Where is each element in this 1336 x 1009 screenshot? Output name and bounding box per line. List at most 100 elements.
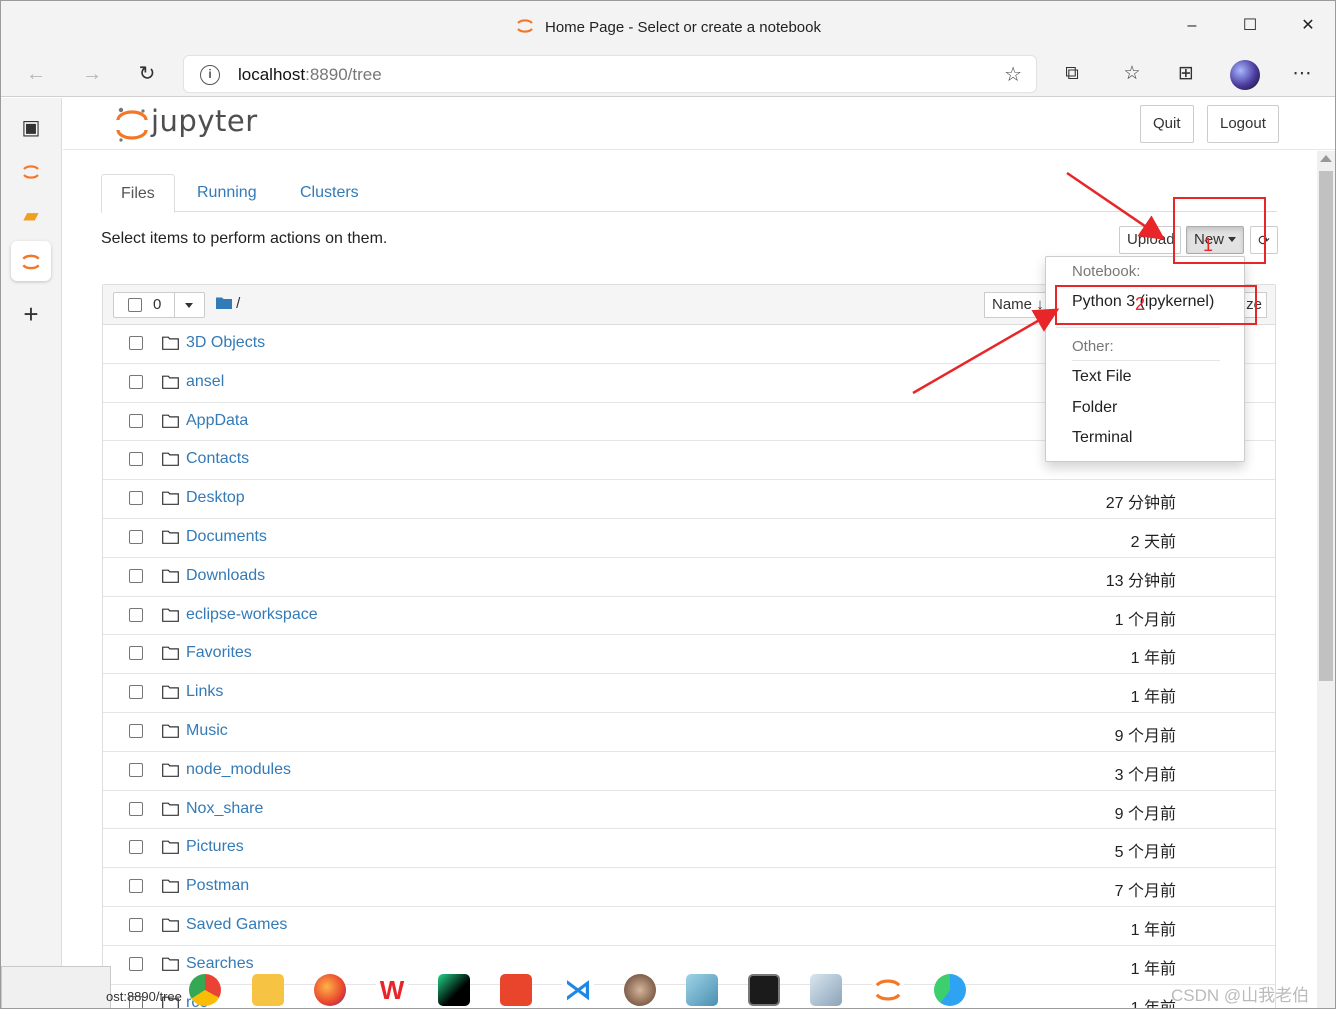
firefox-taskbar-icon[interactable] — [314, 974, 346, 1006]
table-row[interactable]: Downloads 13 分钟前 — [103, 558, 1275, 597]
maximize-button[interactable]: ☐ — [1227, 11, 1273, 41]
quit-button[interactable]: Quit — [1140, 105, 1194, 143]
row-checkbox[interactable] — [129, 529, 143, 544]
row-checkbox[interactable] — [129, 413, 143, 428]
image-viewer-taskbar-icon[interactable] — [810, 974, 842, 1006]
select-all-dropdown[interactable]: 0 — [113, 292, 205, 318]
row-checkbox[interactable] — [129, 374, 143, 389]
tab-files[interactable]: Files — [101, 174, 175, 213]
file-name-link[interactable]: Saved Games — [186, 916, 287, 934]
name-sort-button[interactable]: Name ↓ — [984, 292, 1052, 318]
minimize-button[interactable]: – — [1169, 11, 1215, 41]
table-row[interactable]: Links 1 年前 — [103, 674, 1275, 713]
row-checkbox[interactable] — [129, 762, 143, 777]
file-explorer-taskbar-icon[interactable] — [252, 974, 284, 1006]
file-name-link[interactable]: Contacts — [186, 450, 249, 468]
row-checkbox[interactable] — [129, 956, 143, 971]
collections-icon[interactable]: ⊞ — [1173, 61, 1199, 87]
row-checkbox[interactable] — [129, 452, 143, 467]
menu-item-text-file[interactable]: Text File — [1072, 368, 1132, 386]
book-tab-icon[interactable]: ▰ — [11, 196, 51, 236]
breadcrumb-root[interactable]: / — [236, 295, 240, 312]
chrome-taskbar-icon[interactable] — [189, 974, 221, 1006]
file-name-link[interactable]: Searches — [186, 955, 254, 973]
row-checkbox[interactable] — [129, 840, 143, 855]
forward-icon[interactable]: → — [77, 59, 107, 89]
table-row[interactable]: Postman 7 个月前 — [103, 868, 1275, 907]
folder-home-icon[interactable] — [216, 296, 232, 309]
scroll-up-icon[interactable] — [1320, 155, 1332, 162]
menu-item-terminal[interactable]: Terminal — [1072, 429, 1132, 447]
more-icon[interactable]: ⋯ — [1289, 61, 1315, 87]
refresh-icon[interactable]: ↻ — [132, 59, 162, 89]
tab-running[interactable]: Running — [178, 174, 276, 212]
file-name-link[interactable]: Pictures — [186, 838, 244, 856]
row-checkbox[interactable] — [129, 685, 143, 700]
tab-bar: Files Running Clusters — [101, 174, 1277, 213]
logout-button[interactable]: Logout — [1207, 105, 1279, 143]
page-scrollbar[interactable] — [1317, 151, 1335, 1008]
row-checkbox[interactable] — [129, 336, 143, 350]
file-name-link[interactable]: Nox_share — [186, 800, 263, 818]
table-row[interactable]: Desktop 27 分钟前 — [103, 480, 1275, 519]
info-icon[interactable]: i — [200, 65, 220, 85]
work-app-taskbar-icon[interactable] — [500, 974, 532, 1006]
terminal-taskbar-icon[interactable] — [748, 974, 780, 1006]
table-row[interactable]: Music 9 个月前 — [103, 713, 1275, 752]
vscode-taskbar-icon[interactable]: ⋊ — [562, 974, 594, 1006]
table-row[interactable]: node_modules 3 个月前 — [103, 752, 1275, 791]
table-row[interactable]: Nox_share 9 个月前 — [103, 791, 1275, 830]
favorite-add-icon[interactable]: ☆ — [1004, 62, 1022, 87]
table-row[interactable]: Pictures 5 个月前 — [103, 829, 1275, 869]
file-name-link[interactable]: ansel — [186, 373, 224, 391]
back-icon[interactable]: ← — [21, 59, 51, 89]
scrollbar-thumb[interactable] — [1319, 171, 1333, 681]
notepad-taskbar-icon[interactable] — [686, 974, 718, 1006]
tab-clusters[interactable]: Clusters — [281, 174, 378, 212]
file-name-link[interactable]: Music — [186, 722, 228, 740]
table-row[interactable]: eclipse-workspace 1 个月前 — [103, 597, 1275, 636]
table-row[interactable]: Documents 2 天前 — [103, 519, 1275, 558]
row-checkbox[interactable] — [129, 568, 143, 583]
file-name-link[interactable]: Documents — [186, 528, 267, 546]
tab-actions-icon[interactable]: ▣ — [11, 108, 51, 148]
edge-taskbar-icon[interactable] — [934, 974, 966, 1006]
profile-avatar[interactable] — [1230, 60, 1260, 90]
jupyter-tab-icon[interactable] — [11, 151, 51, 191]
jupyter-logo-text[interactable]: jupyter — [151, 104, 258, 138]
table-row[interactable]: Favorites 1 年前 — [103, 635, 1275, 675]
table-row[interactable]: Saved Games 1 年前 — [103, 907, 1275, 946]
breadcrumb[interactable]: / — [216, 295, 240, 312]
url-text[interactable]: localhost:8890/tree — [238, 65, 382, 85]
favorites-icon[interactable]: ☆ — [1119, 61, 1145, 87]
extensions-icon[interactable]: ⧉ — [1059, 61, 1085, 87]
row-checkbox[interactable] — [129, 801, 143, 816]
url-bar[interactable]: i localhost:8890/tree ☆ — [183, 55, 1037, 93]
file-name-link[interactable]: Desktop — [186, 489, 245, 507]
chevron-down-icon[interactable] — [185, 303, 193, 308]
file-name-link[interactable]: Favorites — [186, 644, 252, 662]
select-all-checkbox[interactable] — [128, 298, 142, 312]
file-name-link[interactable]: Links — [186, 683, 223, 701]
row-checkbox[interactable] — [129, 917, 143, 932]
row-checkbox[interactable] — [129, 607, 143, 622]
row-checkbox[interactable] — [129, 646, 143, 661]
row-checkbox[interactable] — [129, 879, 143, 894]
upload-button[interactable]: Upload — [1119, 226, 1181, 254]
row-checkbox[interactable] — [129, 723, 143, 738]
file-name-link[interactable]: Postman — [186, 877, 249, 895]
file-name-link[interactable]: Downloads — [186, 567, 265, 585]
avatar-app-taskbar-icon[interactable] — [624, 974, 656, 1006]
close-window-button[interactable]: ✕ — [1285, 11, 1331, 41]
file-name-link[interactable]: AppData — [186, 412, 248, 430]
jupyter-active-tab-icon[interactable] — [11, 241, 51, 281]
file-name-link[interactable]: node_modules — [186, 761, 291, 779]
wps-taskbar-icon[interactable]: W — [376, 974, 408, 1006]
file-name-link[interactable]: 3D Objects — [186, 334, 265, 352]
jupyter-taskbar-icon[interactable] — [872, 974, 904, 1006]
file-name-link[interactable]: eclipse-workspace — [186, 606, 318, 624]
row-checkbox[interactable] — [129, 491, 143, 506]
pycharm-taskbar-icon[interactable] — [438, 974, 470, 1006]
menu-item-folder[interactable]: Folder — [1072, 399, 1117, 417]
new-tab-icon[interactable]: + — [11, 294, 51, 334]
